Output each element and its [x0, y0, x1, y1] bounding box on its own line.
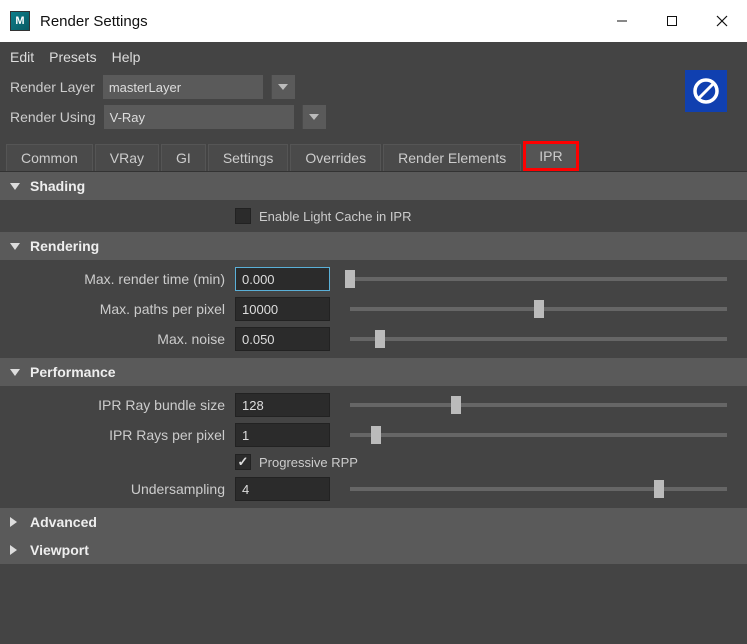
render-settings-window: M Render Settings Edit Presets Help Rend… [0, 0, 747, 644]
close-button[interactable] [697, 0, 747, 42]
render-layer-dropdown-button[interactable] [271, 75, 295, 99]
window-title: Render Settings [40, 13, 597, 30]
undersampling-input[interactable] [235, 477, 330, 501]
minimize-button[interactable] [597, 0, 647, 42]
render-using-label: Render Using [10, 109, 96, 125]
chevron-down-icon [10, 243, 30, 250]
section-rendering-header[interactable]: Rendering [0, 232, 747, 260]
tabs: Common VRay GI Settings Overrides Render… [0, 142, 747, 172]
ipr-ray-bundle-size-input[interactable] [235, 393, 330, 417]
section-advanced-header[interactable]: Advanced [0, 508, 747, 536]
section-rendering-title: Rendering [30, 238, 99, 254]
tab-render-elements[interactable]: Render Elements [383, 144, 521, 171]
chevron-right-icon [10, 517, 30, 527]
titlebar[interactable]: M Render Settings [0, 0, 747, 42]
ipr-rays-per-pixel-slider[interactable] [350, 433, 727, 437]
tab-overrides[interactable]: Overrides [290, 144, 381, 171]
section-performance-header[interactable]: Performance [0, 358, 747, 386]
section-viewport-header[interactable]: Viewport [0, 536, 747, 564]
app-icon: M [10, 11, 30, 31]
render-using-dropdown[interactable]: V-Ray [104, 105, 294, 129]
maximize-button[interactable] [647, 0, 697, 42]
render-using-dropdown-button[interactable] [302, 105, 326, 129]
chevron-down-icon [10, 369, 30, 376]
section-advanced-title: Advanced [30, 514, 97, 530]
section-performance-title: Performance [30, 364, 116, 380]
render-using-value: V-Ray [110, 110, 288, 125]
content-area: Edit Presets Help Render Layer masterLay… [0, 42, 747, 644]
menu-edit[interactable]: Edit [10, 49, 34, 65]
tab-ipr[interactable]: IPR [523, 141, 578, 171]
render-layer-dropdown[interactable]: masterLayer [103, 75, 263, 99]
max-render-time-label: Max. render time (min) [10, 271, 235, 287]
section-shading-header[interactable]: Shading [0, 172, 747, 200]
max-render-time-slider[interactable] [350, 277, 727, 281]
tab-common[interactable]: Common [6, 144, 93, 171]
render-layer-label: Render Layer [10, 79, 95, 95]
menubar: Edit Presets Help [0, 42, 747, 72]
chevron-down-icon [10, 183, 30, 190]
render-layer-value: masterLayer [109, 80, 257, 95]
chevron-right-icon [10, 545, 30, 555]
menu-help[interactable]: Help [112, 49, 141, 65]
vray-logo-icon [685, 70, 727, 112]
enable-light-cache-checkbox[interactable] [235, 208, 251, 224]
ipr-rays-per-pixel-input[interactable] [235, 423, 330, 447]
section-performance-pane: IPR Ray bundle size IPR Rays per pixel P… [0, 386, 747, 508]
max-noise-input[interactable] [235, 327, 330, 351]
max-paths-per-pixel-label: Max. paths per pixel [10, 301, 235, 317]
menu-presets[interactable]: Presets [49, 49, 96, 65]
section-shading-title: Shading [30, 178, 85, 194]
tab-vray[interactable]: VRay [95, 144, 159, 171]
progressive-rpp-checkbox[interactable] [235, 454, 251, 470]
section-shading-pane: Enable Light Cache in IPR [0, 200, 747, 232]
max-paths-per-pixel-slider[interactable] [350, 307, 727, 311]
max-render-time-input[interactable] [235, 267, 330, 291]
progressive-rpp-label: Progressive RPP [259, 455, 358, 470]
window-buttons [597, 0, 747, 42]
max-paths-per-pixel-input[interactable] [235, 297, 330, 321]
enable-light-cache-label: Enable Light Cache in IPR [259, 209, 411, 224]
undersampling-label: Undersampling [10, 481, 235, 497]
ipr-ray-bundle-size-label: IPR Ray bundle size [10, 397, 235, 413]
max-noise-label: Max. noise [10, 331, 235, 347]
section-viewport-title: Viewport [30, 542, 89, 558]
ipr-ray-bundle-size-slider[interactable] [350, 403, 727, 407]
tab-gi[interactable]: GI [161, 144, 206, 171]
tab-settings[interactable]: Settings [208, 144, 289, 171]
section-rendering-pane: Max. render time (min) Max. paths per pi… [0, 260, 747, 358]
ipr-rays-per-pixel-label: IPR Rays per pixel [10, 427, 235, 443]
max-noise-slider[interactable] [350, 337, 727, 341]
undersampling-slider[interactable] [350, 487, 727, 491]
